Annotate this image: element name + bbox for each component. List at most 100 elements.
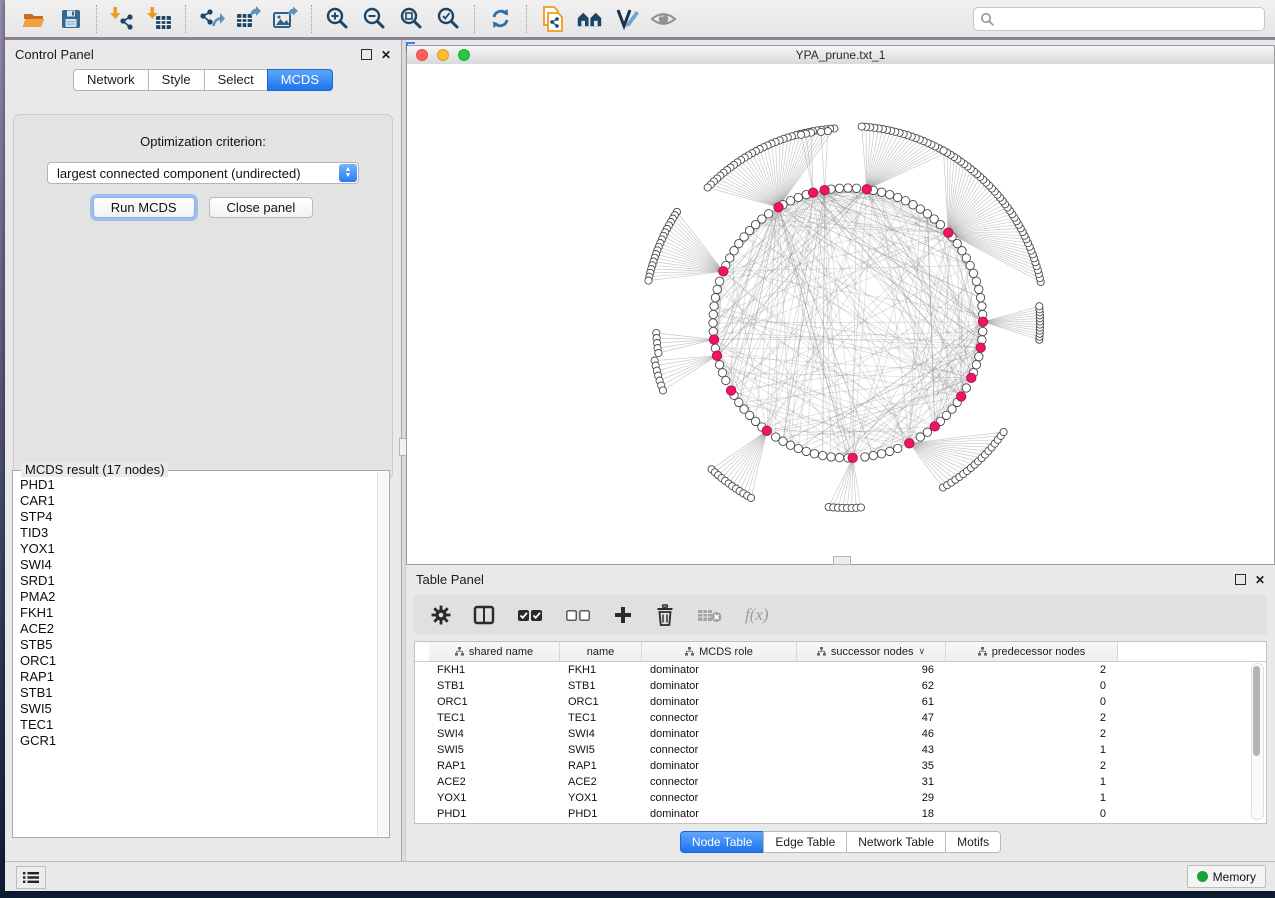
mcds-hub-node[interactable] [905,439,914,448]
graph-node[interactable] [786,441,794,449]
graph-node[interactable] [969,269,977,277]
export-image-icon[interactable] [272,6,299,32]
mcds-hub-node[interactable] [848,453,857,462]
table-row[interactable]: STB1STB1dominator620 [415,678,1266,694]
graph-node[interactable] [857,504,864,511]
close-table-panel-icon[interactable]: ✕ [1255,575,1265,585]
graph-node[interactable] [909,201,917,209]
graph-node[interactable] [747,494,754,501]
zoom-in-icon[interactable] [324,6,351,32]
graph-node[interactable] [718,369,726,377]
result-node-item[interactable]: YOX1 [20,541,377,557]
zoom-selected-icon[interactable] [435,6,462,32]
graph-node[interactable] [940,147,947,154]
graph-node[interactable] [1000,428,1007,435]
graph-node[interactable] [726,254,734,262]
maximize-window-icon[interactable] [458,49,470,61]
table-scrollbar[interactable] [1251,663,1264,820]
graph-node[interactable] [818,128,825,135]
result-node-item[interactable]: CAR1 [20,493,377,509]
mcds-hub-node[interactable] [957,392,966,401]
mcds-hub-node[interactable] [976,343,985,352]
import-table-icon[interactable] [146,6,173,32]
column-header-predecessor-nodes[interactable]: predecessor nodes [946,642,1118,661]
column-header-name[interactable]: name [560,642,642,661]
horizontal-splitter-handle[interactable] [833,556,851,565]
graph-node[interactable] [858,123,865,130]
graph-node[interactable] [975,285,983,293]
graph-node[interactable] [923,428,931,436]
graph-node[interactable] [886,190,894,198]
result-node-item[interactable]: GCR1 [20,733,377,749]
float-panel-icon[interactable] [361,49,372,60]
result-node-item[interactable]: STB1 [20,685,377,701]
save-icon[interactable] [57,6,84,32]
graph-node[interactable] [722,376,730,384]
column-header-shared-name[interactable]: shared name [429,642,560,661]
mcds-result-list[interactable]: PHD1CAR1STP4TID3YOX1SWI4SRD1PMA2FKH1ACE2… [13,473,377,837]
criterion-dropdown[interactable]: largest connected component (undirected)… [47,162,359,184]
graph-node[interactable] [655,349,662,356]
clone-network-icon[interactable] [539,6,566,32]
graph-node[interactable] [819,451,827,459]
zoom-fit-icon[interactable] [398,6,425,32]
delete-column-icon[interactable] [655,604,675,626]
mcds-hub-node[interactable] [719,267,728,276]
graph-node[interactable] [786,197,794,205]
binoculars-icon[interactable] [576,6,603,32]
mcds-hub-node[interactable] [967,373,976,382]
graph-node[interactable] [975,352,983,360]
deselect-all-icon[interactable] [565,607,591,623]
tab-style[interactable]: Style [148,69,205,91]
graph-node[interactable] [844,184,852,192]
show-columns-icon[interactable] [473,605,495,625]
mcds-hub-node[interactable] [820,185,829,194]
run-mcds-button[interactable]: Run MCDS [93,197,195,218]
graph-node[interactable] [976,294,984,302]
graph-node[interactable] [886,447,894,455]
add-column-icon[interactable] [613,605,633,625]
tab-select[interactable]: Select [204,69,268,91]
column-header-MCDS-role[interactable]: MCDS role [642,642,797,661]
refresh-icon[interactable] [487,6,514,32]
graph-node[interactable] [979,327,987,335]
search-input[interactable] [973,7,1265,31]
graph-node[interactable] [827,453,835,461]
result-node-item[interactable]: STP4 [20,509,377,525]
graph-node[interactable] [645,277,652,284]
graph-node[interactable] [794,444,802,452]
mcds-hub-node[interactable] [726,386,735,395]
table-row[interactable]: SWI5SWI5connector431 [415,742,1266,758]
zoom-out-icon[interactable] [361,6,388,32]
graph-node[interactable] [901,197,909,205]
task-history-button[interactable] [16,866,46,889]
graph-node[interactable] [802,447,810,455]
table-row[interactable]: PHD1PHD1dominator180 [415,806,1266,822]
result-node-item[interactable]: RAP1 [20,669,377,685]
minimize-window-icon[interactable] [437,49,449,61]
graph-node[interactable] [835,454,843,462]
graph-node[interactable] [972,277,980,285]
result-node-item[interactable]: ORC1 [20,653,377,669]
graph-node[interactable] [962,384,970,392]
mcds-hub-node[interactable] [709,335,718,344]
result-node-item[interactable]: SWI4 [20,557,377,573]
tab-edge-table[interactable]: Edge Table [763,831,847,853]
close-panel-button[interactable]: Close panel [209,197,314,218]
graph-node[interactable] [877,450,885,458]
open-file-icon[interactable] [20,6,47,32]
result-scrollbar[interactable] [377,472,388,836]
import-network-icon[interactable] [109,6,136,32]
table-row[interactable]: ORC1ORC1dominator610 [415,694,1266,710]
graph-node[interactable] [710,302,718,310]
graph-node[interactable] [709,310,717,318]
style-vizmap-icon[interactable] [613,6,640,32]
column-header-successor-nodes[interactable]: successor nodes∨ [797,642,946,661]
result-node-item[interactable]: ACE2 [20,621,377,637]
float-table-panel-icon[interactable] [1235,574,1246,585]
table-scrollbar-thumb[interactable] [1253,666,1260,756]
graph-node[interactable] [966,261,974,269]
network-canvas[interactable] [407,64,1274,564]
table-row[interactable]: RAP1RAP1dominator352 [415,758,1266,774]
result-node-item[interactable]: PMA2 [20,589,377,605]
